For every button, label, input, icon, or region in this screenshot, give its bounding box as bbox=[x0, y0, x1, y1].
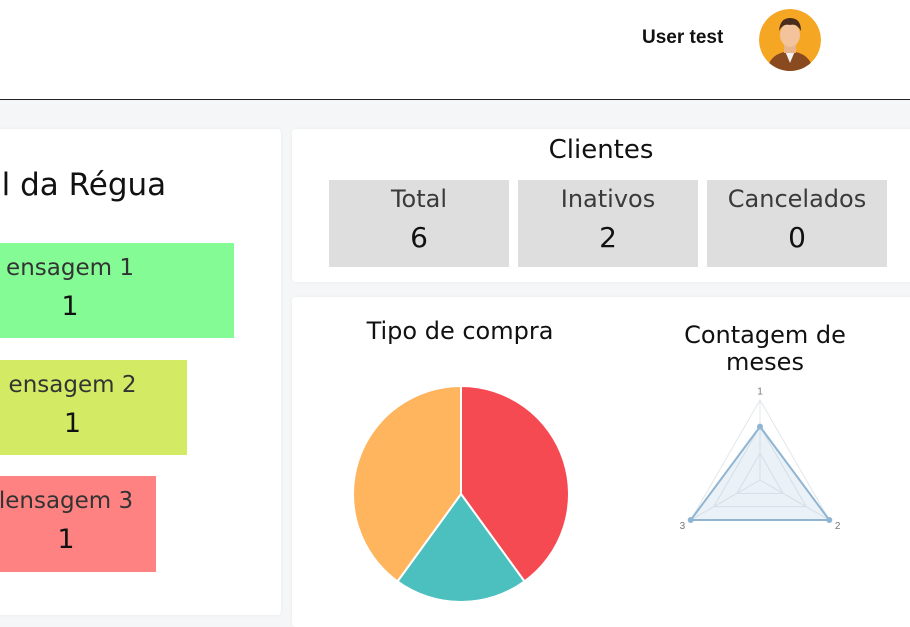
message-1-value: 1 bbox=[61, 291, 79, 322]
radar-chart-title: Contagem de meses bbox=[684, 321, 846, 376]
kpi-cancelados-value: 0 bbox=[788, 221, 806, 254]
message-3-value: 1 bbox=[57, 524, 75, 555]
kpi-inativos-label: Inativos bbox=[560, 185, 656, 213]
avatar-icon bbox=[759, 9, 821, 71]
message-2-card[interactable]: ensagem 2 1 bbox=[0, 360, 187, 455]
radar-axis-label-3: 3 bbox=[680, 521, 686, 532]
user-avatar[interactable] bbox=[759, 9, 821, 71]
radar-point-3[interactable] bbox=[687, 517, 694, 523]
radar-chart[interactable]: 1 2 3 bbox=[660, 380, 860, 560]
pie-chart-title: Tipo de compra bbox=[366, 317, 554, 345]
radar-point-2[interactable] bbox=[826, 517, 833, 523]
kpi-total-value: 6 bbox=[410, 221, 428, 254]
kpi-cancelados[interactable]: Cancelados 0 bbox=[707, 180, 887, 267]
radar-axis-label-1: 1 bbox=[757, 386, 763, 397]
message-2-value: 1 bbox=[63, 408, 82, 439]
pie-chart[interactable] bbox=[350, 383, 572, 605]
message-1-card[interactable]: ensagem 1 1 bbox=[0, 243, 234, 338]
radar-point-1[interactable] bbox=[757, 423, 763, 430]
perfil-title: il da Régua bbox=[0, 167, 167, 203]
user-name[interactable]: User test bbox=[642, 27, 723, 49]
kpi-cancelados-label: Cancelados bbox=[727, 185, 867, 213]
clientes-title: Clientes bbox=[548, 135, 654, 165]
message-3-card[interactable]: lensagem 3 1 bbox=[0, 476, 156, 572]
kpi-inativos-value: 2 bbox=[599, 221, 617, 254]
kpi-total[interactable]: Total 6 bbox=[329, 180, 509, 267]
radar-axis-label-2: 2 bbox=[835, 521, 841, 532]
message-1-label: ensagem 1 bbox=[6, 255, 134, 281]
message-2-label: ensagem 2 bbox=[8, 372, 137, 398]
kpi-total-label: Total bbox=[390, 185, 448, 213]
radar-series[interactable] bbox=[688, 424, 832, 521]
message-3-label: lensagem 3 bbox=[0, 488, 134, 514]
kpi-inativos[interactable]: Inativos 2 bbox=[518, 180, 698, 267]
